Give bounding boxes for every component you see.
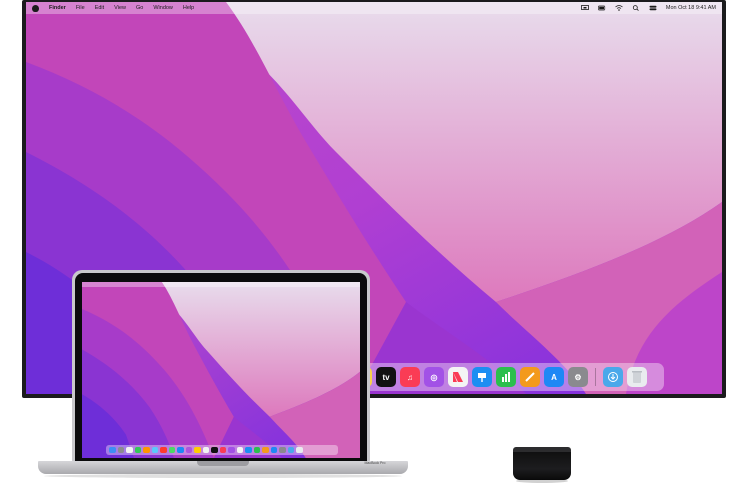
news-app-icon[interactable] bbox=[448, 367, 468, 387]
apple-tv-shadow bbox=[516, 479, 568, 483]
numbers-app-icon[interactable] bbox=[496, 367, 516, 387]
dock-separator bbox=[595, 368, 596, 386]
macbook-dock-app-icon[interactable] bbox=[126, 446, 133, 454]
menu-view[interactable]: View bbox=[114, 5, 126, 11]
macbook-lid bbox=[72, 270, 370, 462]
menu-help[interactable]: Help bbox=[183, 5, 194, 11]
trash-icon[interactable] bbox=[627, 367, 647, 387]
pages-app-icon[interactable] bbox=[520, 367, 540, 387]
macbook-dock-app-icon[interactable] bbox=[270, 446, 277, 454]
macbook-dock-app-icon[interactable] bbox=[168, 446, 175, 454]
macbook-label: MacBook Pro bbox=[364, 461, 386, 465]
downloads-folder-icon[interactable] bbox=[603, 367, 623, 387]
menu-app-name[interactable]: Finder bbox=[49, 5, 66, 11]
search-icon[interactable] bbox=[632, 5, 640, 11]
camera-notch bbox=[208, 273, 234, 279]
macbook-dock-app-icon[interactable] bbox=[177, 446, 184, 454]
macbook-shadow bbox=[44, 474, 402, 478]
macbook-dock-app-icon[interactable] bbox=[219, 446, 226, 454]
macbook-dock-app-icon[interactable] bbox=[202, 446, 209, 454]
apple-tv-box bbox=[513, 452, 571, 480]
macbook-dock-app-icon[interactable] bbox=[143, 446, 150, 454]
menu-bar: Finder File Edit View Go Window Help Mon… bbox=[26, 2, 722, 14]
menu-edit[interactable]: Edit bbox=[95, 5, 104, 11]
macbook-dock-app-icon[interactable] bbox=[151, 446, 158, 454]
macbook-dock-app-icon[interactable] bbox=[287, 446, 294, 454]
macbook-dock-app-icon[interactable] bbox=[160, 446, 167, 454]
macbook-dock bbox=[106, 445, 338, 455]
airplay-display-icon[interactable] bbox=[580, 5, 589, 11]
macbook-dock-app-icon[interactable] bbox=[109, 446, 116, 454]
menu-window[interactable]: Window bbox=[153, 5, 173, 11]
macbook-dock-app-icon[interactable] bbox=[253, 446, 260, 454]
macbook-dock-app-icon[interactable] bbox=[279, 446, 286, 454]
macbook-dock-app-icon[interactable] bbox=[185, 446, 192, 454]
tv-dock: tv ♫ ◎ A ⚙ bbox=[356, 363, 664, 391]
macbook-dock-app-icon[interactable] bbox=[228, 446, 235, 454]
battery-icon[interactable] bbox=[597, 5, 606, 11]
macbook-bezel bbox=[75, 273, 367, 462]
apple-tv-app-icon[interactable]: tv bbox=[376, 367, 396, 387]
app-store-app-icon[interactable]: A bbox=[544, 367, 564, 387]
music-app-icon[interactable]: ♫ bbox=[400, 367, 420, 387]
macbook-dock-app-icon[interactable] bbox=[117, 446, 124, 454]
system-preferences-app-icon[interactable]: ⚙ bbox=[568, 367, 588, 387]
podcasts-app-icon[interactable]: ◎ bbox=[424, 367, 444, 387]
macbook-dock-app-icon[interactable] bbox=[134, 446, 141, 454]
menu-clock[interactable]: Mon Oct 18 9:41 AM bbox=[666, 5, 716, 11]
macbook-dock-app-icon[interactable] bbox=[236, 446, 243, 454]
macbook-wallpaper bbox=[82, 282, 360, 458]
macbook-screen bbox=[82, 282, 360, 458]
macbook-menu-bar bbox=[82, 282, 360, 287]
macbook-dock-app-icon[interactable] bbox=[211, 446, 218, 454]
menu-file[interactable]: File bbox=[76, 5, 85, 11]
wifi-icon[interactable] bbox=[615, 5, 623, 11]
menu-go[interactable]: Go bbox=[136, 5, 143, 11]
keynote-app-icon[interactable] bbox=[472, 367, 492, 387]
macbook-dock-app-icon[interactable] bbox=[296, 446, 303, 454]
apple-logo-icon[interactable] bbox=[32, 4, 39, 12]
macbook-dock-app-icon[interactable] bbox=[194, 446, 201, 454]
macbook-dock-app-icon[interactable] bbox=[245, 446, 252, 454]
macbook-dock-app-icon[interactable] bbox=[262, 446, 269, 454]
control-center-icon[interactable] bbox=[649, 5, 657, 11]
